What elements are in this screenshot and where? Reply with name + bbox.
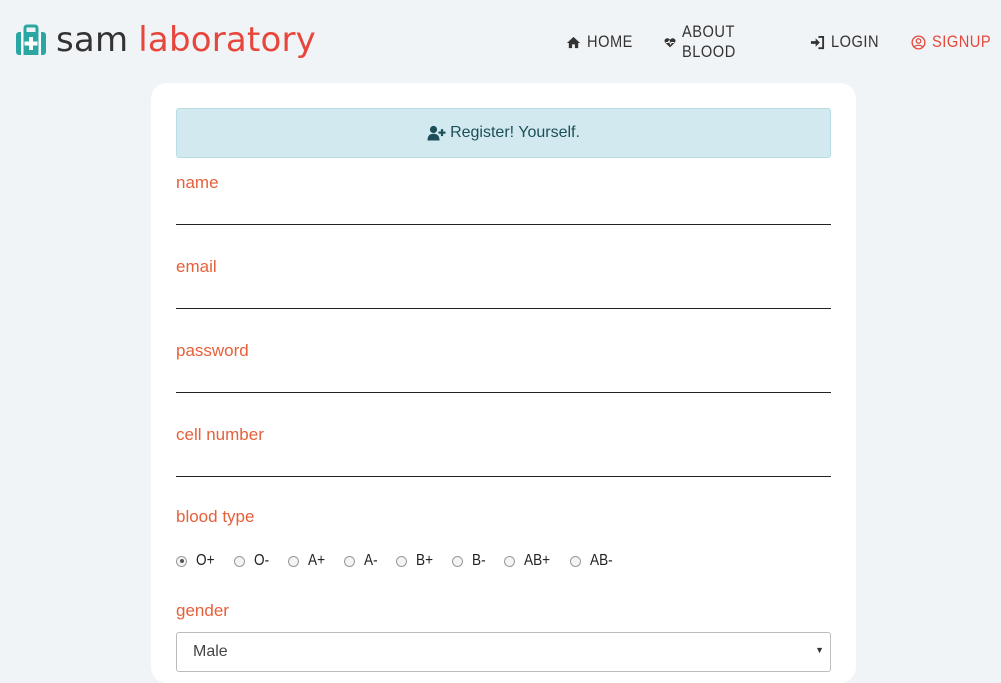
nav-home-label: HOME bbox=[587, 32, 633, 51]
blood-type-option-ab-pos[interactable]: AB+ bbox=[503, 552, 555, 570]
blood-type-option-o-neg[interactable]: O- bbox=[233, 552, 272, 570]
cell-number-field-group: cell number bbox=[176, 425, 831, 477]
blood-type-option-ab-neg[interactable]: AB- bbox=[570, 552, 617, 570]
name-label: name bbox=[176, 173, 219, 192]
dropdown-arrow-icon: ▼ bbox=[815, 645, 824, 655]
nav-home[interactable]: HOME bbox=[566, 32, 640, 52]
blood-type-group: blood type bbox=[176, 507, 831, 527]
radio-label: A- bbox=[363, 552, 378, 569]
blood-type-option-o-pos[interactable]: O+ bbox=[176, 552, 218, 570]
brand-name-laboratory: laboratory bbox=[138, 20, 316, 60]
cell-number-input[interactable] bbox=[176, 445, 831, 477]
radio-circle[interactable] bbox=[451, 555, 463, 567]
radio-circle[interactable] bbox=[176, 555, 187, 567]
radio-label: B+ bbox=[415, 552, 433, 569]
banner-text: Register! Yourself. bbox=[450, 124, 580, 141]
main-nav: HOME ABOUT BLOOD LOGIN SIGNUP bbox=[566, 22, 1001, 61]
nav-about-blood[interactable]: ABOUT BLOOD bbox=[664, 22, 786, 62]
radio-circle[interactable] bbox=[395, 555, 407, 567]
password-input[interactable] bbox=[176, 361, 831, 393]
gender-group: gender bbox=[176, 601, 831, 621]
nav-signup-label: SIGNUP bbox=[932, 32, 992, 51]
brand-name-sam: sam bbox=[56, 20, 129, 60]
sign-in-icon bbox=[811, 35, 825, 49]
nav-signup[interactable]: SIGNUP bbox=[911, 32, 1001, 52]
password-field-group: password bbox=[176, 341, 831, 393]
heartbeat-icon bbox=[664, 37, 676, 47]
radio-label: AB- bbox=[590, 552, 613, 569]
radio-circle[interactable] bbox=[570, 555, 582, 567]
radio-label: A+ bbox=[307, 552, 325, 569]
radio-circle[interactable] bbox=[287, 555, 299, 567]
radio-label: B- bbox=[471, 552, 486, 569]
register-card: Register! Yourself. name email password … bbox=[151, 83, 856, 683]
nav-login[interactable]: LOGIN bbox=[810, 32, 887, 52]
medkit-icon bbox=[16, 24, 46, 55]
user-circle-icon bbox=[911, 34, 926, 50]
user-plus-icon bbox=[427, 125, 446, 141]
brand-logo[interactable]: sam laboratory bbox=[15, 20, 316, 60]
blood-type-option-a-pos[interactable]: A+ bbox=[287, 552, 328, 570]
password-label: password bbox=[176, 341, 249, 360]
radio-label: O+ bbox=[196, 552, 215, 569]
blood-type-option-a-neg[interactable]: A- bbox=[343, 552, 380, 570]
email-input[interactable] bbox=[176, 277, 831, 309]
home-icon bbox=[566, 36, 581, 48]
radio-circle[interactable] bbox=[233, 555, 245, 567]
gender-label: gender bbox=[176, 601, 229, 620]
register-banner: Register! Yourself. bbox=[176, 108, 831, 158]
name-input[interactable] bbox=[176, 193, 831, 225]
blood-type-option-b-neg[interactable]: B- bbox=[451, 552, 488, 570]
name-field-group: name bbox=[176, 173, 831, 225]
blood-type-label: blood type bbox=[176, 507, 255, 526]
gender-selected-value: Male bbox=[193, 643, 228, 660]
radio-label: O- bbox=[253, 552, 269, 569]
email-field-group: email bbox=[176, 257, 831, 309]
brand-name: sam laboratory bbox=[56, 22, 316, 58]
radio-circle[interactable] bbox=[503, 555, 515, 567]
blood-type-options: O+ O- A+ A- B+ B- AB+ AB- bbox=[176, 551, 633, 571]
radio-circle[interactable] bbox=[343, 555, 355, 567]
blood-type-option-b-pos[interactable]: B+ bbox=[395, 552, 436, 570]
email-label: email bbox=[176, 257, 217, 276]
cell-number-label: cell number bbox=[176, 425, 264, 444]
radio-label: AB+ bbox=[523, 552, 550, 569]
gender-select[interactable]: Male ▼ bbox=[176, 632, 831, 672]
nav-about-blood-label: ABOUT BLOOD bbox=[682, 22, 737, 61]
nav-login-label: LOGIN bbox=[831, 32, 880, 51]
